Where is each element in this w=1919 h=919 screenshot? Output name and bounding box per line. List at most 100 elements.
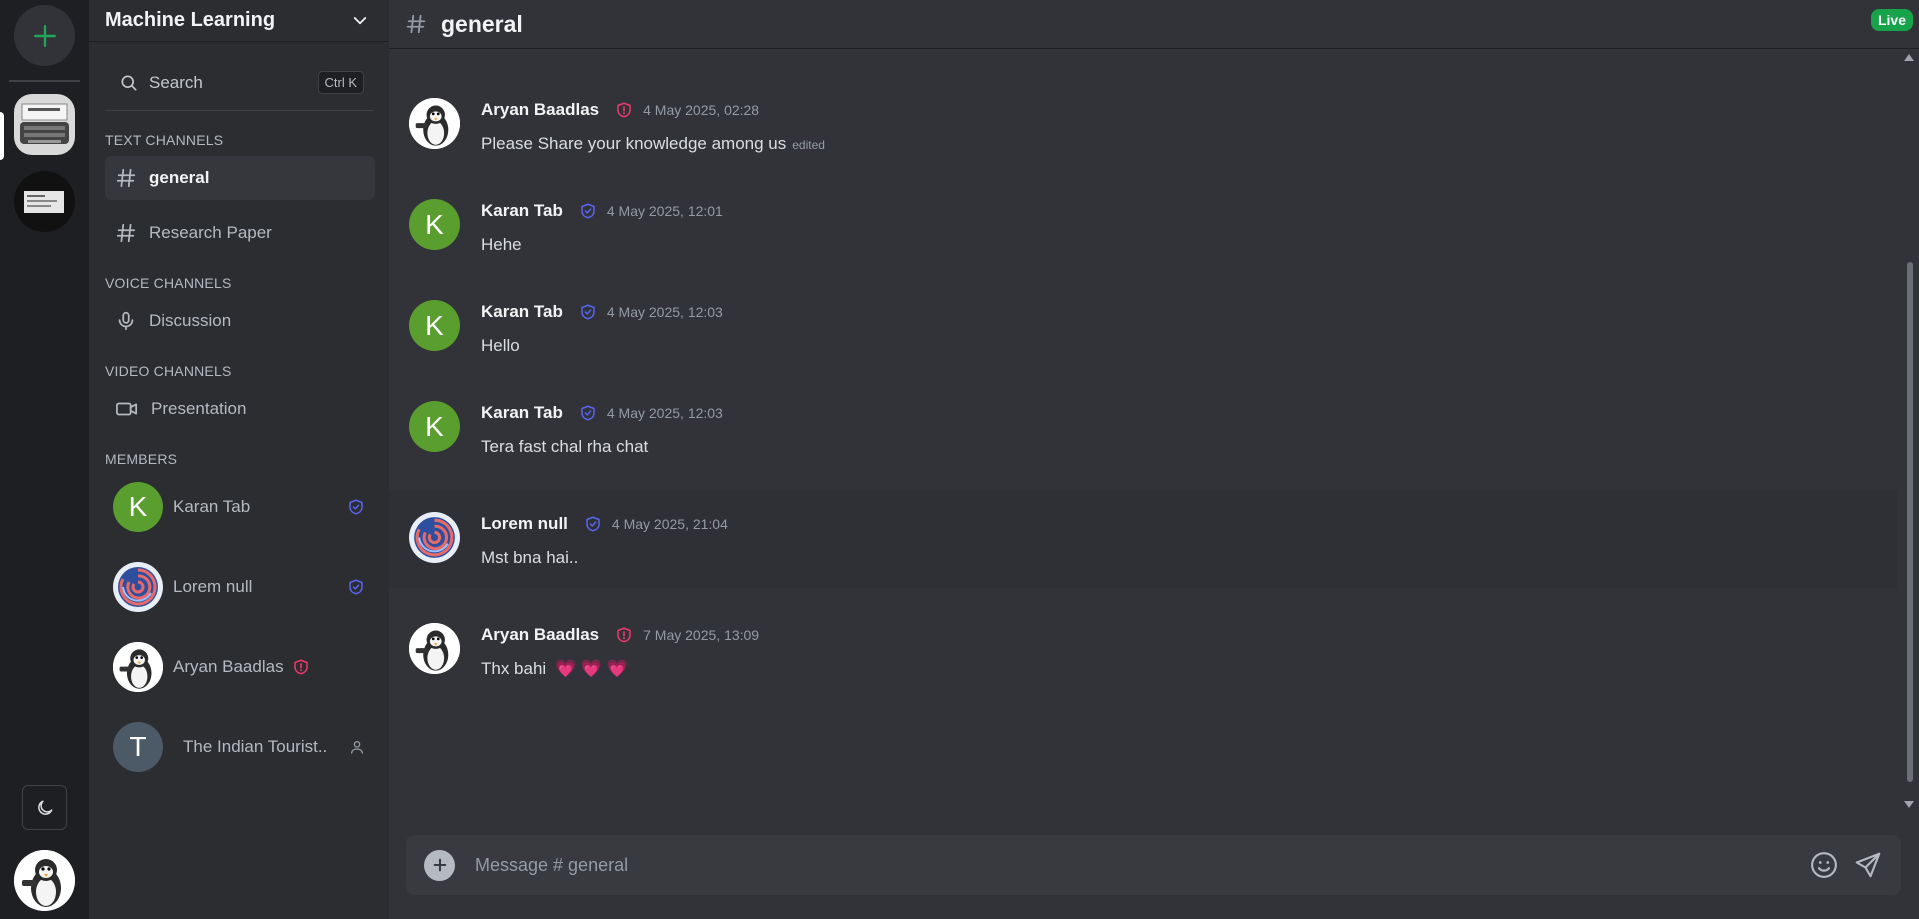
- rail-bottom: [0, 785, 89, 911]
- hash-icon: [116, 168, 136, 188]
- server-icon-second[interactable]: [14, 171, 75, 232]
- user-avatar[interactable]: [14, 850, 75, 911]
- message-body: Karan Tab 4 May 2025, 12:03 Hello: [481, 300, 723, 356]
- shield-check-icon: [349, 499, 363, 515]
- message-author[interactable]: Karan Tab: [481, 201, 563, 221]
- scroll-down-arrow-icon: [1904, 801, 1914, 808]
- channel-header: general Live: [389, 0, 1919, 49]
- hash-icon: [116, 223, 136, 243]
- hash-icon: [406, 14, 426, 34]
- message-author[interactable]: Aryan Baadlas: [481, 100, 599, 120]
- message-timestamp: 4 May 2025, 12:03: [606, 405, 723, 421]
- avatar[interactable]: [409, 512, 460, 563]
- search-button[interactable]: Search Ctrl K: [105, 55, 374, 111]
- avatar[interactable]: [409, 623, 460, 674]
- channel-general[interactable]: general: [105, 156, 375, 200]
- chat-area: general Live Aryan Baadlas 4 May 2025, 0…: [389, 0, 1919, 919]
- channel-label: Discussion: [149, 311, 232, 330]
- message-content: Mst bna hai..: [481, 548, 579, 567]
- avatar-initial: K: [425, 410, 444, 442]
- avatar[interactable]: [409, 98, 460, 149]
- message-timestamp: 4 May 2025, 02:28: [643, 102, 760, 118]
- scroll-thumb[interactable]: [1907, 262, 1913, 782]
- shield-check-icon: [581, 405, 595, 421]
- avatar: [113, 562, 163, 612]
- avatar-initial: T: [129, 731, 147, 762]
- add-server-button[interactable]: [14, 5, 75, 66]
- shield-check-icon: [349, 579, 363, 595]
- message-author[interactable]: Karan Tab: [481, 403, 563, 423]
- chevron-down-icon: [353, 16, 367, 24]
- badge: [584, 515, 602, 533]
- avatar-initial: K: [425, 309, 444, 341]
- penguin-avatar-icon: [409, 98, 460, 149]
- edited-label: edited: [792, 138, 825, 152]
- member-the-indian-tourist[interactable]: T The Indian Tourist..: [89, 707, 389, 787]
- message-content: Hehe: [481, 235, 522, 254]
- send-button[interactable]: [1853, 850, 1883, 880]
- moon-icon: [37, 800, 52, 815]
- emoji-button[interactable]: [1809, 850, 1839, 880]
- member-name: Lorem null: [173, 577, 253, 596]
- heart-emoji: 💗 💗 💗: [554, 659, 628, 678]
- member-aryan-baadlas[interactable]: Aryan Baadlas: [89, 627, 389, 707]
- penguin-avatar-icon: [409, 623, 460, 674]
- message-composer: [406, 835, 1901, 895]
- message-body: Karan Tab 4 May 2025, 12:01 Hehe: [481, 199, 723, 255]
- avatar[interactable]: K: [409, 199, 460, 250]
- channel-label: Presentation: [151, 399, 247, 418]
- message-input[interactable]: [475, 854, 1795, 876]
- active-server-indicator: [0, 112, 4, 160]
- server-icon-machine-learning[interactable]: [14, 94, 75, 155]
- badge: [579, 404, 597, 422]
- shield-alert-icon: [617, 627, 631, 643]
- message: Aryan Baadlas 7 May 2025, 13:09 Thx bahi…: [389, 623, 1897, 679]
- message-author[interactable]: Aryan Baadlas: [481, 625, 599, 645]
- message-author[interactable]: Lorem null: [481, 514, 568, 534]
- message: K Karan Tab 4 May 2025, 12:01 Hehe: [389, 199, 1897, 255]
- server-rail: [0, 0, 89, 919]
- attach-button[interactable]: [424, 849, 455, 881]
- channel-title: general: [441, 10, 523, 37]
- member-lorem-null[interactable]: Lorem null: [89, 547, 389, 627]
- message-author[interactable]: Karan Tab: [481, 302, 563, 322]
- avatar: K: [113, 482, 163, 532]
- live-badge: Live: [1870, 9, 1913, 31]
- member-name: Karan Tab: [173, 497, 251, 516]
- message-content: Thx bahi: [481, 659, 547, 678]
- channel-label: Research Paper: [149, 223, 272, 242]
- message-content: Tera fast chal rha chat: [481, 437, 649, 456]
- channel-sidebar: Machine Learning Search Ctrl K TEXT CHAN…: [89, 0, 389, 919]
- message-list: Aryan Baadlas 4 May 2025, 02:28 Please S…: [389, 50, 1897, 819]
- message-meta: Aryan Baadlas 7 May 2025, 13:09: [481, 623, 759, 647]
- channel-research-paper[interactable]: Research Paper: [105, 211, 375, 255]
- server-header[interactable]: Machine Learning: [89, 0, 389, 42]
- message-meta: Aryan Baadlas 4 May 2025, 02:28: [481, 98, 825, 122]
- search-label: Search: [149, 72, 203, 92]
- message-meta: Lorem null 4 May 2025, 21:04: [481, 512, 728, 536]
- channel-presentation[interactable]: Presentation: [105, 387, 375, 431]
- send-icon: [1855, 852, 1881, 878]
- member-karan-tab[interactable]: K Karan Tab: [89, 467, 389, 547]
- plus-icon: [33, 24, 56, 47]
- message: K Karan Tab 4 May 2025, 12:03 Tera fast …: [389, 401, 1897, 457]
- badge: [579, 303, 597, 321]
- message-body: Aryan Baadlas 4 May 2025, 02:28 Please S…: [481, 98, 825, 154]
- message-meta: Karan Tab 4 May 2025, 12:03: [481, 401, 723, 425]
- badge: [615, 626, 633, 644]
- channel-discussion[interactable]: Discussion: [105, 299, 375, 343]
- avatar[interactable]: K: [409, 300, 460, 351]
- section-title-voice-channels: VOICE CHANNELS: [105, 275, 232, 291]
- section-title-text-channels: TEXT CHANNELS: [105, 132, 224, 148]
- message-timestamp: 4 May 2025, 12:01: [606, 203, 723, 219]
- swirl-avatar-icon: [113, 562, 163, 612]
- message-body: Karan Tab 4 May 2025, 12:03 Tera fast ch…: [481, 401, 723, 457]
- penguin-avatar-icon: [14, 850, 75, 911]
- search-icon: [121, 75, 137, 90]
- scrollbar[interactable]: [1903, 52, 1915, 810]
- plus-icon: [433, 858, 446, 872]
- smiley-icon: [1811, 852, 1837, 878]
- message-body: Lorem null 4 May 2025, 21:04 Mst bna hai…: [481, 512, 728, 568]
- avatar[interactable]: K: [409, 401, 460, 452]
- theme-toggle-button[interactable]: [22, 785, 67, 830]
